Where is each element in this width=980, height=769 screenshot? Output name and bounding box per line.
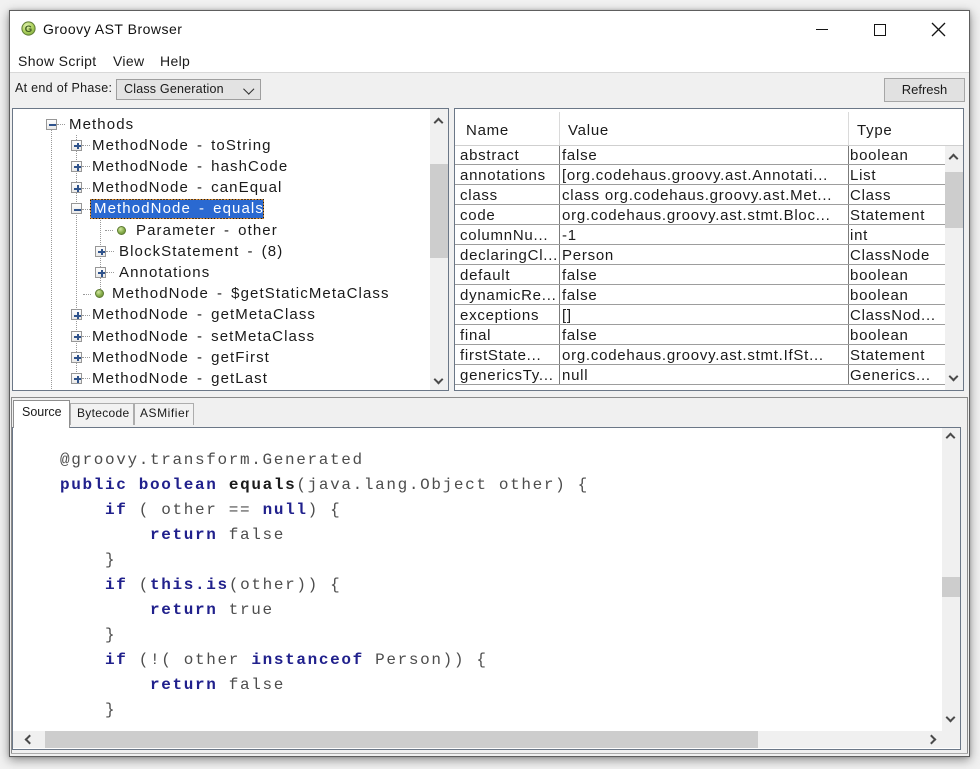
svg-text:G: G [25, 24, 32, 35]
